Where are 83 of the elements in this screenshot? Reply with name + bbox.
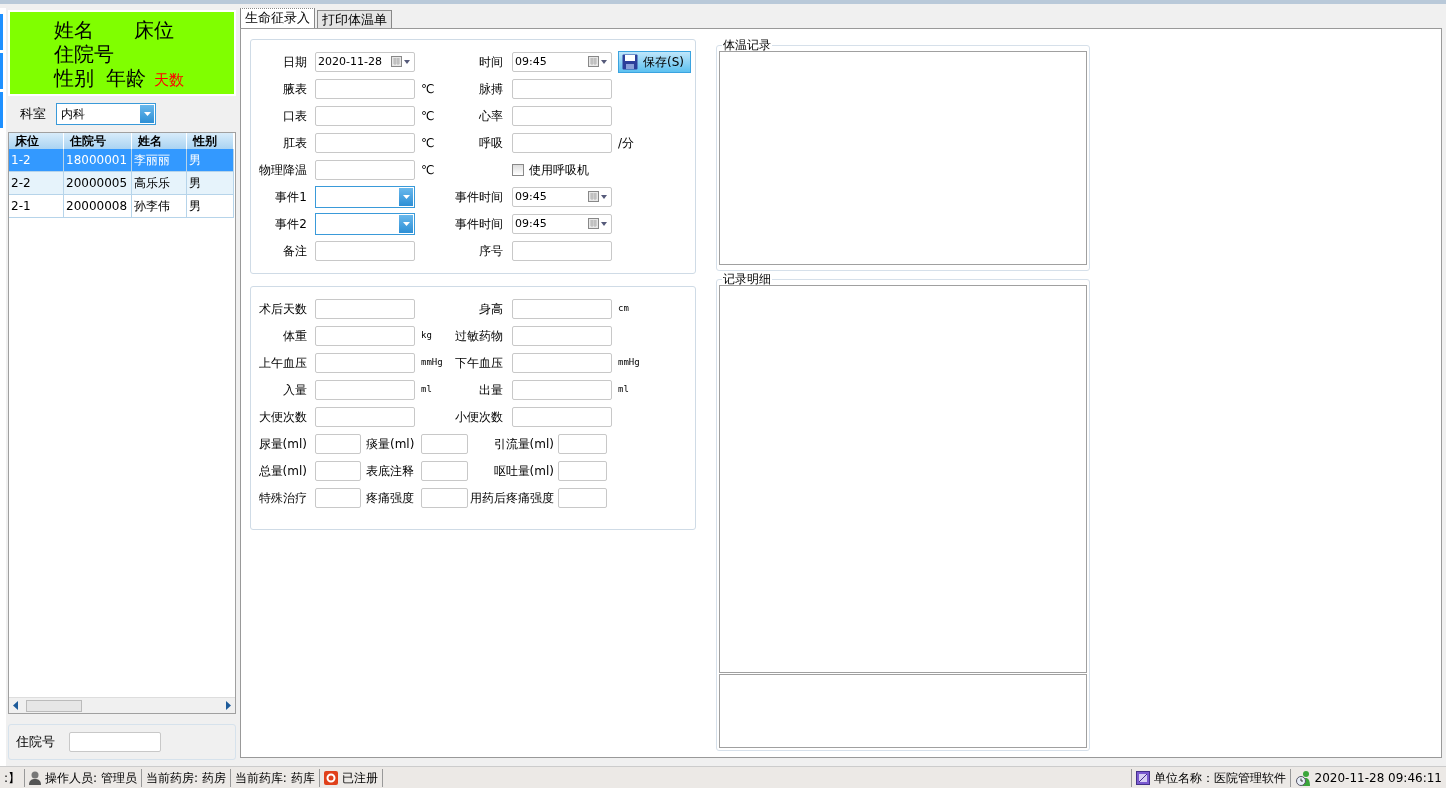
days-label: 天数 <box>154 70 184 91</box>
sex-label: 性别 <box>54 66 94 90</box>
tab[interactable]: 打印体温单 <box>317 10 392 28</box>
field-label: 表底注释 <box>365 462 415 480</box>
field-label: 下午血压 <box>454 354 503 372</box>
field-label: 用药后疼痛强度 <box>469 489 554 507</box>
field-label: 小便次数 <box>454 408 503 426</box>
table-cell[interactable]: 20000005 <box>64 172 132 195</box>
admission-label: 住院号 <box>54 42 114 66</box>
unit-label: ℃ <box>420 161 436 179</box>
field-label: 事件2 <box>274 215 307 233</box>
status-text: 操作人员: 管理员 <box>45 769 137 787</box>
field-label: 疼痛强度 <box>365 489 415 507</box>
field-label: 大便次数 <box>258 408 307 426</box>
field-label: 备注 <box>282 242 307 260</box>
unit-label: cm <box>617 301 629 315</box>
field-label: 呕吐量(ml) <box>492 462 554 480</box>
field-label: 序号 <box>478 242 503 260</box>
field-label: 术后天数 <box>258 300 307 318</box>
date-field[interactable]: 09:45 <box>512 213 612 234</box>
status-text: 单位名称：医院管理软件 <box>1153 769 1286 787</box>
field-label: 腋表 <box>282 80 307 98</box>
table-cell[interactable]: 高乐乐 <box>132 172 187 195</box>
admission-number-label: 住院号 <box>16 733 55 752</box>
panel-title: 记录明细 <box>722 273 772 285</box>
unit-label: kg <box>420 328 433 342</box>
name-label: 姓名 <box>54 18 94 42</box>
field-label: 身高 <box>478 300 503 318</box>
age-label: 年龄 <box>106 66 146 90</box>
field-label: 过敏药物 <box>454 327 503 345</box>
unit-label: /分 <box>617 134 635 152</box>
field-label: 肛表 <box>282 134 307 152</box>
unit-label: ml <box>420 382 433 396</box>
field-label: 事件时间 <box>454 188 503 206</box>
field-label: 总量(ml) <box>257 462 307 480</box>
field-label: 日期 <box>282 53 307 71</box>
status-text: 当前药房: 药房 <box>145 769 226 787</box>
checkbox-label: 使用呼吸机 <box>529 161 589 179</box>
field-label: 物理降温 <box>258 161 307 179</box>
unit-label: ml <box>617 382 629 396</box>
unit-label: ℃ <box>420 134 436 152</box>
field-label: 体重 <box>282 327 307 345</box>
field-label: 时间 <box>478 53 503 71</box>
field-label: 出量 <box>478 381 503 399</box>
table-cell[interactable]: 男 <box>187 172 234 195</box>
table-cell[interactable]: 孙李伟 <box>132 195 187 218</box>
field-label: 事件1 <box>274 188 307 206</box>
status-text: 2020-11-28 09:46:11 <box>1314 769 1442 787</box>
column-header[interactable]: 住院号 <box>64 133 132 149</box>
status-text: 已注册 <box>341 769 378 787</box>
tab[interactable]: 生命征录入 <box>240 8 315 28</box>
status-text: 当前药库: 药库 <box>234 769 315 787</box>
department-label: 科室 <box>20 105 46 124</box>
field-label: 脉搏 <box>478 80 503 98</box>
unit-label: mmHg <box>617 355 640 369</box>
field-label: 尿量(ml) <box>257 435 307 453</box>
department-select[interactable]: 内科 <box>56 103 156 125</box>
table-cell[interactable]: 2-2 <box>9 172 64 195</box>
column-header[interactable]: 姓名 <box>132 133 187 149</box>
field-label: 心率 <box>478 107 503 125</box>
save-button[interactable]: 保存(S) <box>618 50 691 73</box>
panel-title: 体温记录 <box>722 39 772 51</box>
unit-label: mmHg <box>420 355 444 369</box>
field-label: 口表 <box>282 107 307 125</box>
date-field[interactable]: 09:45 <box>512 51 612 72</box>
table-cell[interactable]: 20000008 <box>64 195 132 218</box>
unit-label: ℃ <box>420 80 436 98</box>
field-label: 呼吸 <box>478 134 503 152</box>
field-label: 引流量(ml) <box>492 435 554 453</box>
field-label: 痰量(ml) <box>365 435 416 453</box>
field-label: 特殊治疗 <box>258 489 307 507</box>
bed-label: 床位 <box>134 18 174 42</box>
unit-label: ℃ <box>420 107 436 125</box>
field-label: 上午血压 <box>258 354 307 372</box>
status-text: :】 <box>4 769 21 787</box>
field-label: 入量 <box>282 381 307 399</box>
column-header[interactable]: 床位 <box>9 133 64 149</box>
date-field[interactable]: 09:45 <box>512 186 612 207</box>
date-field[interactable]: 2020-11-28 <box>315 51 415 72</box>
column-header[interactable]: 性别 <box>187 133 234 149</box>
table-cell[interactable]: 2-1 <box>9 195 64 218</box>
field-label: 事件时间 <box>454 215 503 233</box>
table-cell[interactable]: 男 <box>187 195 234 218</box>
